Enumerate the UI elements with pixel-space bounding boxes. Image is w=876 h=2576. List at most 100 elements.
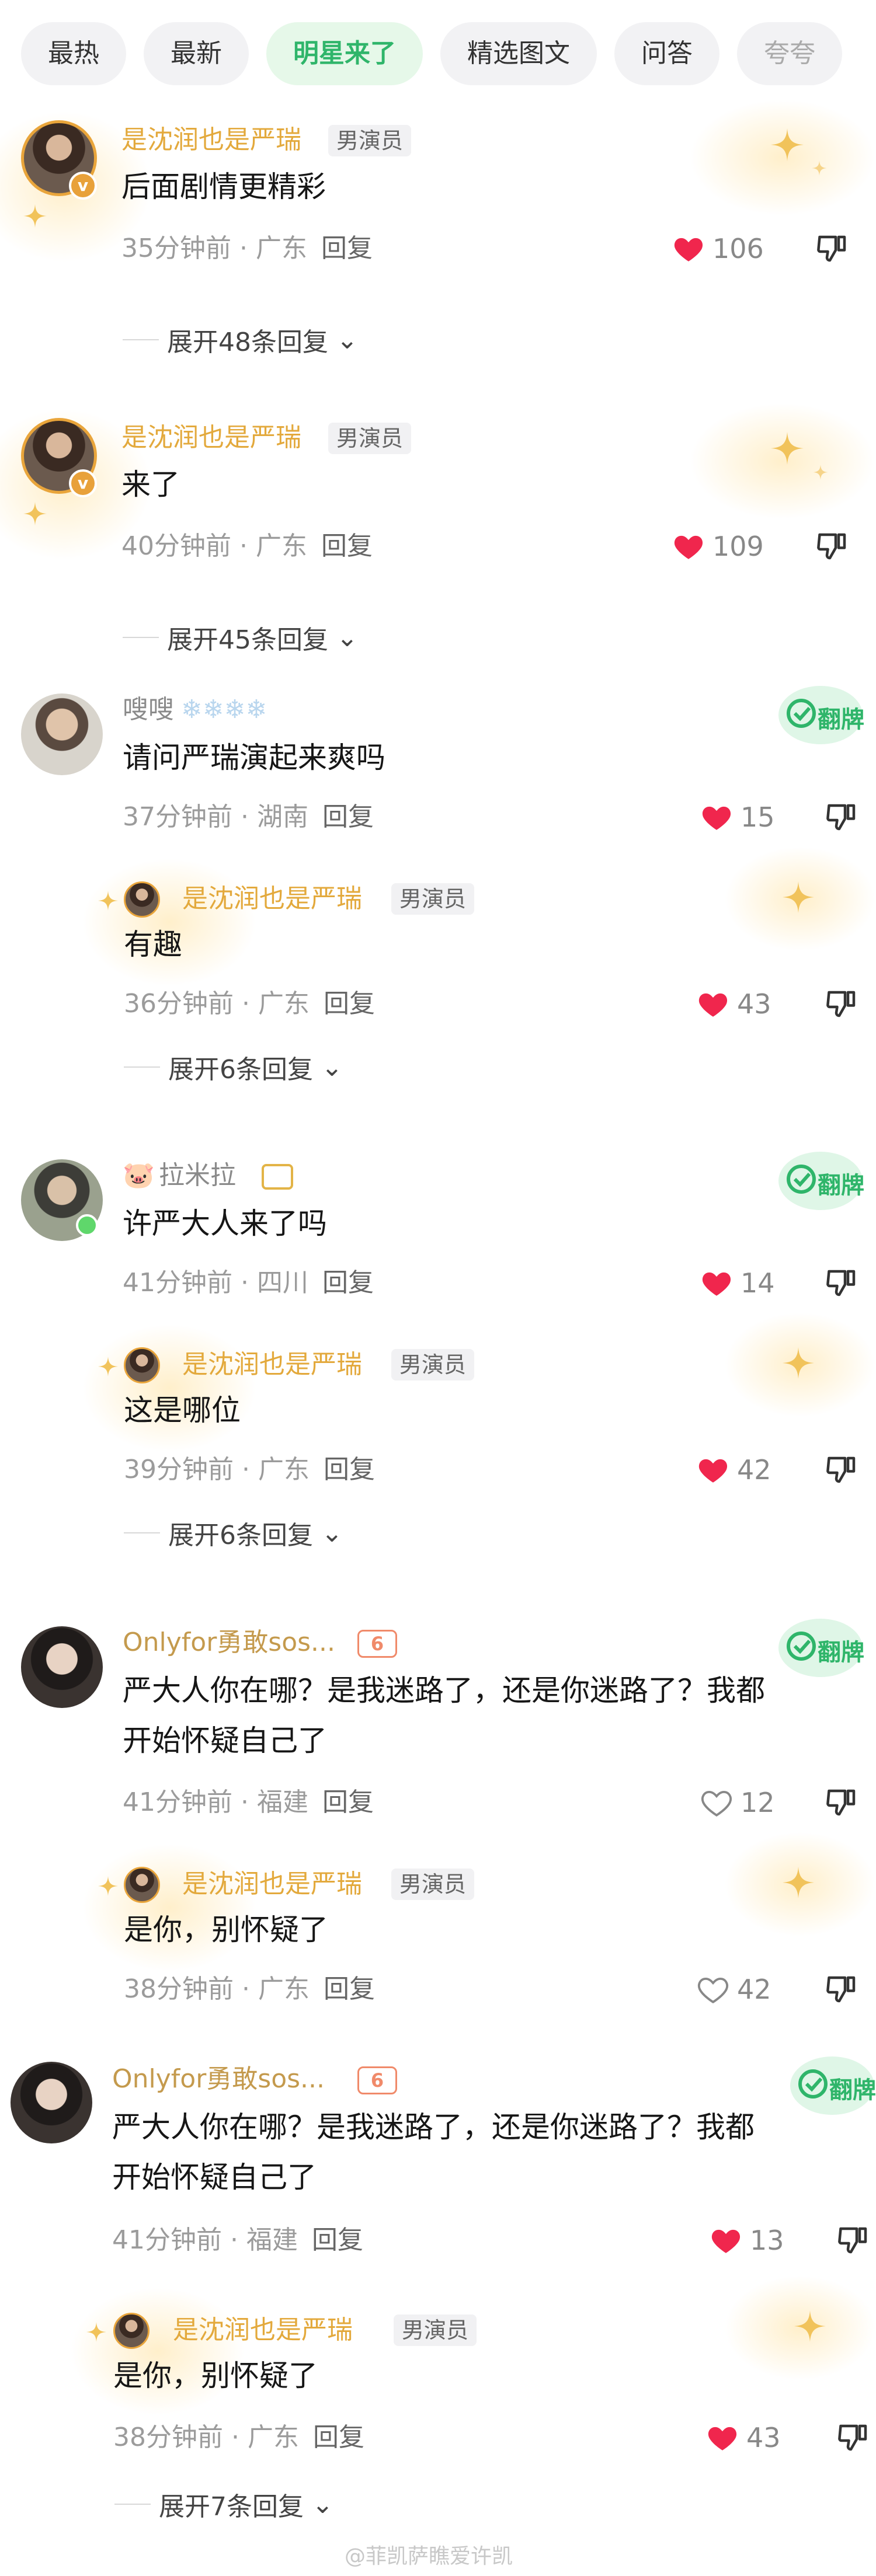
tab-hottest[interactable]: 最热 <box>21 22 126 85</box>
comment-item: v 是沈润也是严瑞 男演员 后面剧情更精彩 35分钟前 · 广东 回复 106 展… <box>0 99 876 391</box>
avatar[interactable] <box>113 2313 150 2349</box>
fan-badge[interactable]: 翻牌 <box>777 1149 864 1213</box>
like-count: 43 <box>737 988 771 1020</box>
commenter-name[interactable]: 拉米拉 <box>159 1158 236 1193</box>
commenter-name[interactable]: 是沈润也是严瑞 <box>121 123 301 158</box>
tab-featured[interactable]: 精选图文 <box>440 22 597 85</box>
tab-qa[interactable]: 问答 <box>614 22 719 85</box>
avatar[interactable] <box>124 1867 160 1903</box>
comment-location: 福建 <box>256 1787 308 1817</box>
reply-button[interactable]: 回复 <box>313 2422 364 2452</box>
sparkle-icon <box>812 161 827 176</box>
replier-name[interactable]: 是沈润也是严瑞 <box>182 1867 362 1902</box>
commenter-name[interactable]: 嗖嗖 <box>123 692 174 727</box>
like-button[interactable]: 106 <box>670 231 764 266</box>
like-button[interactable]: 14 <box>698 1266 775 1301</box>
like-button[interactable]: 42 <box>695 1452 771 1487</box>
fan-badge-label: 翻牌 <box>818 1172 864 1199</box>
dislike-icon[interactable] <box>825 1785 860 1820</box>
dislike-icon[interactable] <box>825 1452 860 1487</box>
reply-button[interactable]: 回复 <box>321 233 373 263</box>
replier-name[interactable]: 是沈润也是严瑞 <box>182 1347 362 1382</box>
dislike-icon[interactable] <box>836 2223 871 2258</box>
expand-replies-button[interactable]: 展开6条回复 ⌄ <box>124 1050 343 1085</box>
heart-filled-icon <box>670 232 707 266</box>
reply-button[interactable]: 回复 <box>324 1974 375 2004</box>
fan-badge-label: 翻牌 <box>818 706 864 733</box>
online-status-dot <box>76 1214 98 1236</box>
commenter-name[interactable]: 是沈润也是严瑞 <box>121 420 301 455</box>
reply-button[interactable]: 回复 <box>324 989 375 1019</box>
tab-latest[interactable]: 最新 <box>144 22 249 85</box>
fan-badge[interactable]: 翻牌 <box>788 2054 876 2118</box>
comment-item: v 是沈润也是严瑞 男演员 来了 40分钟前 · 广东 回复 109 展开45条回… <box>0 403 876 671</box>
reply-button[interactable]: 回复 <box>324 1455 375 1484</box>
avatar[interactable] <box>124 881 160 918</box>
dislike-icon[interactable] <box>815 529 850 564</box>
comment-meta: 41分钟前 · 福建 回复 <box>123 1787 374 1817</box>
like-button[interactable]: 109 <box>670 529 764 564</box>
reply-text: 是你，别怀疑了 <box>124 1913 328 1947</box>
expand-replies-button[interactable]: 展开48条回复 ⌄ <box>123 322 358 357</box>
comment-text: 来了 <box>121 468 180 501</box>
heart-filled-icon <box>670 529 707 563</box>
dislike-icon[interactable] <box>825 987 860 1022</box>
comment-time: 35分钟前 <box>121 233 231 263</box>
sparkle-icon <box>783 1347 814 1379</box>
dislike-icon[interactable] <box>815 231 850 266</box>
like-button[interactable]: 43 <box>695 987 771 1022</box>
dislike-icon[interactable] <box>825 1972 860 2007</box>
expand-replies-button[interactable]: 展开45条回复 ⌄ <box>123 620 358 655</box>
dislike-icon[interactable] <box>836 2420 871 2455</box>
replier-name[interactable]: 是沈润也是严瑞 <box>173 2313 353 2348</box>
pig-emoji-icon: 🐷 <box>123 1160 155 1190</box>
like-button[interactable]: 13 <box>708 2223 784 2258</box>
reply-location: 广东 <box>247 2422 299 2452</box>
avatar[interactable] <box>21 693 103 775</box>
like-count: 42 <box>737 1454 771 1486</box>
reply-meta: 36分钟前 · 广东 回复 <box>124 989 375 1019</box>
commenter-name[interactable]: Onlyfor勇敢sos... <box>112 2062 325 2097</box>
like-button[interactable]: 42 <box>695 1972 771 2007</box>
like-button[interactable]: 12 <box>698 1785 775 1820</box>
sparkle-icon <box>86 2322 106 2342</box>
reply-button[interactable]: 回复 <box>312 2225 363 2255</box>
fan-badge[interactable]: 翻牌 <box>777 683 864 747</box>
role-badge: 男演员 <box>391 1349 475 1381</box>
sparkle-icon <box>783 1867 814 1898</box>
commenter-name[interactable]: Onlyfor勇敢sos... <box>123 1625 335 1660</box>
expand-replies-button[interactable]: 展开6条回复 ⌄ <box>124 1515 343 1550</box>
comment-text-line-1: 严大人你在哪？是我迷路了，还是你迷路了？我都 <box>123 1674 765 1707</box>
tab-star-coming[interactable]: 明星来了 <box>266 22 423 85</box>
heart-filled-icon <box>704 2421 741 2455</box>
reply-button[interactable]: 回复 <box>321 531 373 561</box>
chevron-down-icon: ⌄ <box>312 2489 333 2519</box>
dislike-icon[interactable] <box>825 800 860 835</box>
avatar[interactable] <box>21 1626 103 1708</box>
like-button[interactable]: 15 <box>698 800 775 835</box>
dislike-icon[interactable] <box>825 1266 860 1301</box>
fan-badge-label: 翻牌 <box>818 1639 864 1666</box>
reply-button[interactable]: 回复 <box>322 1268 374 1298</box>
comment-text: 请问严瑞演起来爽吗 <box>123 741 385 775</box>
avatar[interactable] <box>11 2062 92 2143</box>
comment-text: 许严大人来了吗 <box>123 1207 327 1240</box>
comment-text-line-2: 开始怀疑自己了 <box>112 2160 317 2194</box>
reply-button[interactable]: 回复 <box>322 802 374 832</box>
reply-location: 广东 <box>258 1974 310 2004</box>
fan-badge[interactable]: 翻牌 <box>777 1616 864 1680</box>
comment-meta: 35分钟前 · 广东 回复 <box>121 233 373 263</box>
chevron-down-icon: ⌄ <box>336 325 358 355</box>
like-button[interactable]: 43 <box>704 2420 781 2455</box>
heart-filled-icon <box>695 987 731 1021</box>
tab-praise[interactable]: 夸夸 <box>737 22 842 85</box>
avatar[interactable] <box>124 1347 160 1383</box>
like-count: 14 <box>741 1267 775 1299</box>
replier-name[interactable]: 是沈润也是严瑞 <box>182 881 362 916</box>
expand-replies-button[interactable]: 展开7条回复 ⌄ <box>114 2487 333 2522</box>
like-count: 42 <box>737 1974 771 2005</box>
reply-time: 38分钟前 <box>113 2422 223 2452</box>
reply-meta: 38分钟前 · 广东 回复 <box>124 1974 375 2004</box>
reply-button[interactable]: 回复 <box>322 1787 374 1817</box>
comment-location: 四川 <box>256 1268 308 1298</box>
